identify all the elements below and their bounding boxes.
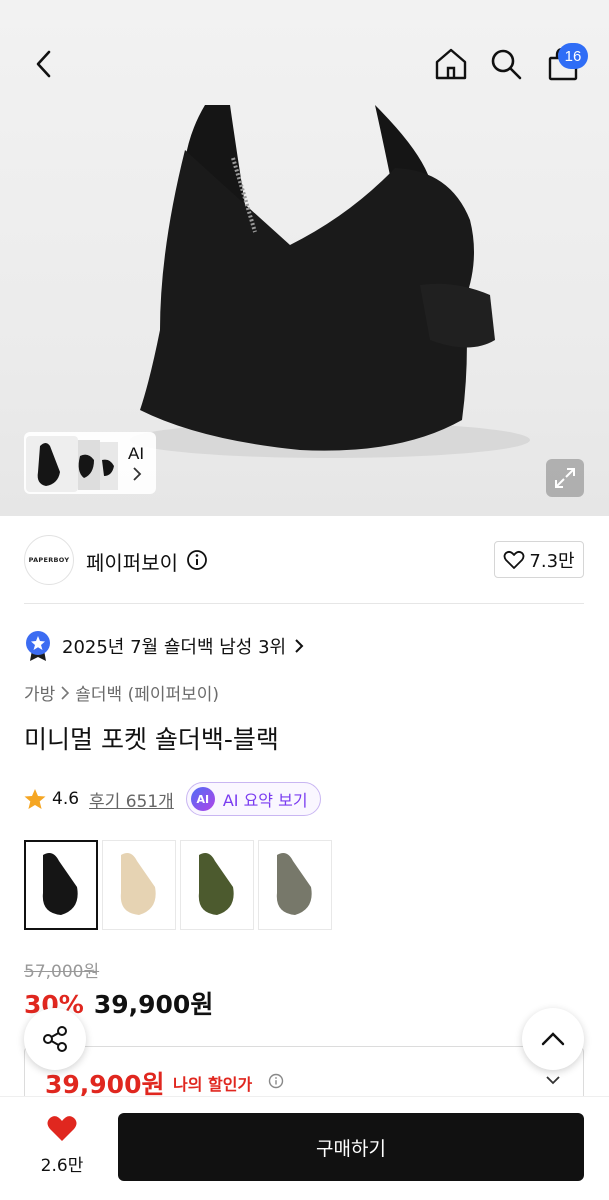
gallery-thumbnail[interactable] (24, 432, 124, 494)
cart-count-badge: 16 (558, 43, 588, 69)
ai-image-label: AI (128, 444, 145, 463)
sale-price: 39,900원 (93, 990, 214, 1019)
home-button[interactable] (425, 38, 477, 90)
chevron-left-icon (36, 50, 51, 78)
ranking-link[interactable]: 2025년 7월 숄더백 남성 3위 (24, 628, 304, 664)
ranking-badge-icon (26, 631, 50, 661)
buy-button[interactable]: 구매하기 (118, 1113, 584, 1181)
search-button[interactable] (480, 38, 532, 90)
expand-icon (555, 468, 575, 488)
swatch-image (42, 853, 78, 915)
wishlist-button[interactable]: 2.6만 (26, 1115, 98, 1176)
breadcrumb-category[interactable]: 가방 (24, 680, 55, 705)
product-gallery[interactable]: 16 AI (0, 0, 609, 516)
brand-name[interactable]: 페이퍼보이 (86, 547, 178, 576)
scroll-top-button[interactable] (522, 1008, 584, 1070)
ai-summary-button[interactable]: AI AI 요약 보기 (185, 782, 321, 816)
share-button[interactable] (24, 1008, 86, 1070)
ranking-text: 2025년 7월 숄더백 남성 3위 (62, 637, 287, 658)
color-options (24, 840, 332, 930)
expand-image-button[interactable] (546, 459, 584, 497)
info-icon[interactable] (186, 549, 208, 571)
heart-outline-icon (504, 550, 525, 569)
my-discount-label: 나의 할인가 (173, 1075, 253, 1094)
breadcrumb: 가방 숄더백 (페이퍼보이) (24, 680, 219, 705)
share-icon (43, 1026, 67, 1052)
color-option-beige[interactable] (102, 840, 176, 930)
ai-icon: AI (190, 787, 215, 811)
chevron-right-icon (133, 467, 142, 481)
color-option-black[interactable] (24, 840, 98, 930)
ai-summary-label: AI 요약 보기 (222, 791, 308, 810)
brand-like-count: 7.3만 (529, 550, 575, 572)
brand-logo[interactable]: PAPERBOY (24, 535, 74, 585)
wishlist-count: 2.6만 (40, 1156, 84, 1176)
swatch-image (120, 853, 156, 915)
chevron-up-icon (541, 1032, 565, 1046)
search-icon (491, 49, 522, 80)
rating-value: 4.6 (52, 789, 80, 809)
review-link[interactable]: 후기 651개 (89, 787, 174, 812)
star-icon (24, 789, 46, 809)
gallery-thumbnails[interactable]: AI (24, 432, 156, 494)
heart-filled-icon (47, 1116, 77, 1141)
breadcrumb-subcategory[interactable]: 숄더백 (페이퍼보이) (75, 680, 219, 705)
brand-like-button[interactable]: 7.3만 (494, 541, 584, 578)
rating-row: 4.6 후기 651개 AI AI 요약 보기 (24, 782, 321, 816)
chevron-right-icon (295, 639, 304, 653)
info-icon[interactable] (268, 1073, 284, 1089)
swatch-image (276, 853, 312, 915)
divider (24, 603, 584, 604)
home-icon (435, 48, 467, 80)
original-price: 57,000원 (24, 962, 100, 982)
chevron-down-icon (546, 1076, 560, 1085)
chevron-right-icon (61, 685, 70, 700)
brand-row[interactable]: PAPERBOY 페이퍼보이 7.3만 (24, 535, 584, 585)
color-option-gray[interactable] (258, 840, 332, 930)
bottom-action-bar: 2.6만 구매하기 (0, 1096, 609, 1200)
back-button[interactable] (18, 38, 70, 90)
product-title: 미니멀 포켓 숄더백-블랙 (24, 725, 279, 754)
color-option-khaki[interactable] (180, 840, 254, 930)
swatch-image (198, 853, 234, 915)
